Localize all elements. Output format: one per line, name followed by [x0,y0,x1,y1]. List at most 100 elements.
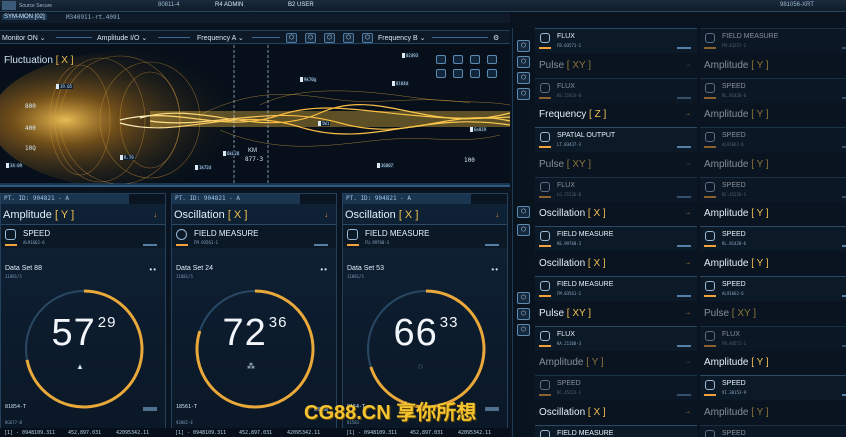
sub-row[interactable]: SPEED RL.81428-6 [700,226,846,252]
sub-code: AL91662-6 [722,291,744,296]
panel-id-tab[interactable]: PT. ID: 904821 - A [343,194,507,204]
list-item[interactable]: Amplitude [ Y ]→SPEEDAL91662-6 [700,105,846,154]
item-title: Amplitude [ Y ] [704,258,769,269]
sub-row[interactable]: FIELD MEASURE FM.03561-1 [535,276,697,301]
cube-icon[interactable]: ⬡ [517,72,530,84]
sub-label: SPEED [557,380,581,388]
sub-row[interactable]: FIELD MEASURE [535,424,697,437]
sub-row[interactable]: SPEED DC.45223-1 [535,375,697,401]
viz-tool-button[interactable] [487,55,497,64]
list-item[interactable]: Pulse [ XY ] → FLUX KS.11924-B [535,56,697,105]
sub-row[interactable]: FIELD MEASURE FM.93561-1 [172,224,336,248]
panel-id-tab[interactable]: PT. ID: 904821 - A [1,194,165,204]
list-item[interactable]: Amplitude [ Y ]→SPEEDAL91662-6 [700,254,846,303]
arrow-icon[interactable]: → [685,409,691,415]
item-icon [705,231,715,242]
sub-code: AL91662-6 [23,240,45,245]
arrow-icon[interactable]: → [685,310,691,316]
arrow-icon[interactable]: ↓ [325,212,329,219]
list-item[interactable]: Oscillation [ X ] → FIELD MEASURE FM.03561-… [535,254,697,303]
arrow-icon[interactable]: → [685,62,691,68]
list-item[interactable]: Amplitude [ Y ]→SPEEDDC.45226-1 [700,155,846,204]
arrow-icon[interactable]: → [685,111,691,117]
cube-icon[interactable]: ⬡ [362,33,373,43]
arrow-icon[interactable]: ↓ [496,212,500,219]
more-icon[interactable]: •• [149,265,157,274]
data-tag: 9k70g [300,77,318,82]
sub-row[interactable]: FIELD MEASURE KE.99768-3 [535,226,697,252]
list-item[interactable]: Frequency [ Z ] → SPATIAL OUTPUT LT.83437-3 [535,105,697,154]
list-item[interactable]: Amplitude [ Y ]→SPEEDRL.81428-6 [700,204,846,253]
sub-row[interactable]: FLUX KS.11924-B [535,77,697,103]
sub-row[interactable]: SPEED AL91662-6 [700,276,846,301]
viz-tool-button[interactable] [470,55,480,64]
sub-row[interactable]: FLUX KA.21168-3 [535,325,697,351]
panel-title: Amplitude [ Y ] [3,209,75,221]
cube-icon[interactable]: ⬡ [517,206,530,218]
sub-row[interactable]: SPEED [700,424,846,437]
sub-row[interactable]: SPEED RL.81428-6 [700,77,846,103]
sub-row[interactable]: FLUX FB.03571-1 [535,28,697,53]
sub-row[interactable]: SPEED AL91662-6 [700,127,846,153]
viz-tool-button[interactable] [436,69,446,78]
gear-icon[interactable]: ⚙ [493,34,499,42]
list-item[interactable]: Pulse [ XY ] → FLUX LG.71526-B [535,155,697,204]
viz-tool-button[interactable] [453,55,463,64]
list-item[interactable]: Pulse [ XY ]→FLUXFN.93571-1 [700,304,846,353]
cube-icon[interactable]: ⬡ [517,224,530,236]
sub-row[interactable]: SPEED AL91662-6 [1,224,165,248]
sub-label: SPEED [722,429,746,437]
list-item[interactable]: Amplitude [ Y ]→SPEEDVI.38153-9 [700,353,846,402]
cube-icon[interactable]: ⬡ [343,33,354,43]
list-item[interactable]: Amplitude [ Y ] → SPEED DC.45223-1 [535,353,697,402]
cube-icon[interactable]: ⬡ [517,56,530,68]
cube-icon[interactable]: ⬡ [286,33,297,43]
sub-row[interactable]: SPATIAL OUTPUT LT.83437-3 [535,127,697,153]
sub-label: FIELD MEASURE [557,281,614,288]
sub-row[interactable]: FLUX LG.71526-B [535,176,697,202]
b2-user-tab[interactable]: B2 USER [288,2,314,8]
viz-tool-button[interactable] [487,69,497,78]
monitor-toggle[interactable]: Monitor ON ⌄ [2,34,46,42]
cube-icon[interactable]: ⬡ [517,324,530,336]
viz-tool-button[interactable] [470,69,480,78]
cube-icon[interactable]: ⬡ [517,88,530,100]
cube-icon[interactable]: ⬡ [517,292,530,304]
cube-icon[interactable]: ⬡ [324,33,335,43]
arrow-icon[interactable]: → [685,161,691,167]
list-item[interactable]: Amplitude [ Y ]→SPEEDRL.81428-6 [700,56,846,105]
panel-id-tab[interactable]: PT. ID: 904821 - A [172,194,336,204]
arrow-icon[interactable]: → [685,260,691,266]
dataset-label: Data Set 88 [5,265,42,272]
cube-icon[interactable]: ⬡ [305,33,316,43]
list-item[interactable]: Oscillation [ X ] → FIELD MEASURE KE.99768-… [535,204,697,253]
list-item[interactable]: FLUX FB.03571-1 [535,6,697,55]
frequency-a-dropdown[interactable]: Frequency A ⌄ [197,34,244,42]
sub-row[interactable]: SPEED VI.38153-9 [700,375,846,401]
sub-label: SPATIAL OUTPUT [557,132,616,140]
sub-row[interactable]: SPEED DC.45226-1 [700,176,846,202]
arrow-icon[interactable]: → [685,210,691,216]
sub-row[interactable]: FIELD MEASURE FM.43257-1 [700,28,846,53]
more-icon[interactable]: •• [491,265,499,274]
list-item[interactable]: Oscillation [ X ] → FIELD MEASURE [535,403,697,437]
list-item[interactable]: Pulse [ XY ] → FLUX KA.21168-3 [535,304,697,353]
amplitude-dropdown[interactable]: Amplitude I/O ⌄ [97,34,147,42]
viz-tool-button[interactable] [436,55,446,64]
list-item[interactable]: FIELD MEASURE FM.43257-1 [700,6,846,55]
divider [432,37,488,38]
r4-admin-tab[interactable]: R4 ADMIN [215,2,243,8]
sub-row[interactable]: FIELD MEASURE FU.99768-3 [343,224,507,248]
sub-row[interactable]: FLUX FN.93571-1 [700,325,846,351]
arrow-icon[interactable]: ↓ [154,212,158,219]
more-icon[interactable]: •• [320,265,328,274]
cube-icon[interactable]: ⬡ [517,40,530,52]
frequency-b-dropdown[interactable]: Frequency B ⌄ [378,34,426,42]
axis-tick: 800 [25,103,36,110]
sub-label: FLUX [557,33,575,40]
arrow-icon[interactable]: → [685,359,691,365]
km-value: 877-3 [245,156,264,163]
cube-icon[interactable]: ⬡ [517,308,530,320]
viz-tool-button[interactable] [453,69,463,78]
list-item[interactable]: Amplitude [ Y ]→SPEED [700,403,846,437]
